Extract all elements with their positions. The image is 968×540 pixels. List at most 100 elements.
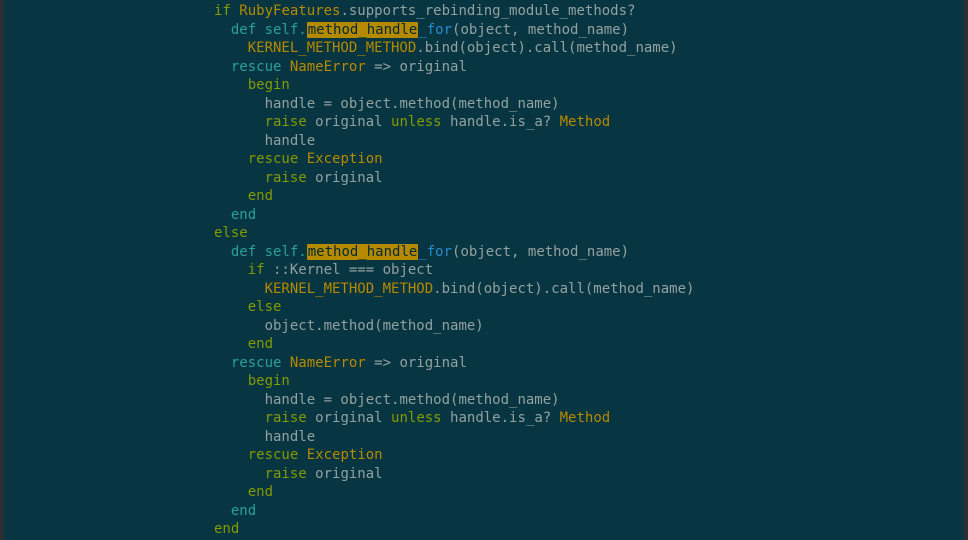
code-token: rescue (230, 58, 290, 75)
code-line[interactable]: end (214, 206, 694, 225)
code-token: handle (264, 428, 316, 445)
code-line[interactable]: else (214, 298, 694, 317)
code-token: Method (559, 114, 611, 130)
code-line[interactable]: end (214, 187, 694, 206)
code-line[interactable]: KERNEL_METHOD_METHOD.bind(object).call(m… (214, 39, 694, 58)
code-line[interactable]: begin (214, 76, 694, 95)
code-line[interactable]: raise original (214, 169, 694, 188)
code-token: NameError (289, 354, 366, 371)
code-token: handle.is_a? (441, 410, 560, 426)
code-content[interactable]: if RubyFeatures.supports_rebinding_modul… (214, 2, 694, 539)
code-token: KERNEL_METHOD_METHOD (247, 40, 417, 56)
code-token: _for (418, 21, 453, 38)
code-token: else (214, 225, 248, 241)
code-token: raise (264, 410, 307, 426)
code-line[interactable]: end (214, 502, 694, 521)
code-line[interactable]: begin (214, 372, 694, 391)
code-line[interactable]: end (214, 335, 694, 354)
code-line[interactable]: handle = object.method(method_name) (214, 95, 694, 114)
code-token: self. (256, 243, 307, 260)
code-line[interactable]: rescue Exception (214, 446, 694, 465)
code-line[interactable]: handle = object.method(method_name) (214, 391, 694, 410)
code-token: KERNEL_METHOD_METHOD (264, 280, 434, 297)
code-token: begin (247, 77, 290, 93)
code-token: end (230, 502, 257, 519)
code-line[interactable]: handle (214, 132, 694, 151)
code-token: raise (264, 169, 307, 186)
search-highlight: method_handle (306, 21, 419, 38)
code-token: Exception (306, 447, 383, 463)
code-token: .bind(object).call(method_name) (416, 40, 678, 56)
code-editor[interactable]: if RubyFeatures.supports_rebinding_modul… (4, 0, 964, 540)
code-token: object.method(method_name) (264, 317, 484, 334)
code-line[interactable]: if RubyFeatures.supports_rebinding_modul… (214, 2, 694, 21)
code-token: original (306, 169, 383, 186)
code-token: (object, method_name) (452, 243, 630, 260)
code-token: self. (256, 21, 307, 38)
code-token: handle.is_a? (441, 114, 560, 130)
code-line[interactable]: else (214, 224, 694, 243)
code-line[interactable]: raise original unless handle.is_a? Metho… (214, 409, 694, 428)
code-token: def (230, 243, 257, 260)
code-token: RubyFeatures (239, 3, 341, 19)
code-token: _for (418, 243, 453, 260)
code-line[interactable]: raise original (214, 465, 694, 484)
code-line[interactable]: end (214, 520, 694, 539)
code-line[interactable]: rescue Exception (214, 150, 694, 169)
code-token: .bind(object).call(method_name) (433, 280, 695, 297)
code-token: handle (264, 132, 316, 149)
code-token: rescue (247, 447, 307, 463)
code-token: unless (391, 114, 442, 130)
code-token: end (247, 336, 274, 352)
code-token: if (247, 262, 265, 278)
code-line[interactable]: if ::Kernel === object (214, 261, 694, 280)
code-line[interactable]: end (214, 483, 694, 502)
code-token: Method (559, 410, 611, 426)
code-line[interactable]: rescue NameError => original (214, 58, 694, 77)
code-token: end (247, 484, 274, 500)
search-highlight: method_handle (306, 243, 419, 260)
code-token: => original (365, 354, 467, 371)
code-token: ::Kernel === object (264, 262, 434, 278)
code-token: .supports_rebinding_module_methods? (340, 3, 636, 19)
code-line[interactable]: handle (214, 428, 694, 447)
code-token: end (214, 521, 240, 537)
code-token: raise (264, 114, 307, 130)
code-token: rescue (230, 354, 290, 371)
code-line[interactable]: object.method(method_name) (214, 317, 694, 336)
code-line[interactable]: def self.method_handle_for(object, metho… (214, 21, 694, 40)
code-token: begin (247, 373, 290, 389)
code-token: raise (264, 465, 307, 482)
code-token: end (230, 206, 257, 223)
code-token: original (306, 410, 392, 426)
code-line[interactable]: def self.method_handle_for(object, metho… (214, 243, 694, 262)
code-line[interactable]: rescue NameError => original (214, 354, 694, 373)
code-line[interactable]: KERNEL_METHOD_METHOD.bind(object).call(m… (214, 280, 695, 299)
code-token: original (306, 114, 392, 130)
code-token: Exception (306, 151, 383, 167)
code-token: handle = object.method(method_name) (264, 95, 560, 112)
code-line[interactable]: raise original unless handle.is_a? Metho… (214, 113, 694, 132)
